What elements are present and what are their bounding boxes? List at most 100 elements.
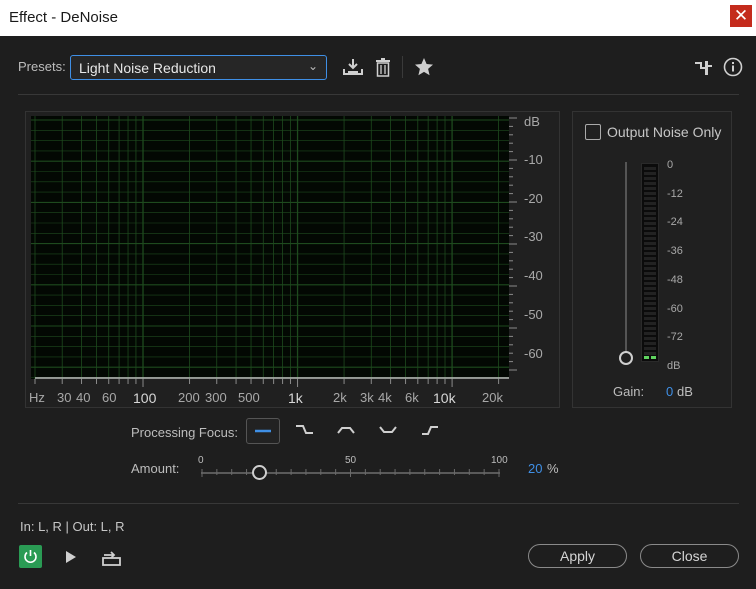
meter-segment	[644, 272, 656, 275]
divider-top	[18, 94, 739, 95]
presets-selected-value: Light Noise Reduction	[79, 60, 216, 76]
amount-scale-mid: 50	[345, 455, 357, 466]
meter-label: -48	[667, 273, 683, 286]
db-label: -50	[524, 306, 543, 322]
meter-segment	[644, 307, 656, 310]
output-noise-only-label: Output Noise Only	[607, 124, 722, 140]
presets-label: Presets:	[18, 59, 66, 74]
db-label: -40	[524, 268, 543, 284]
amount-unit: %	[547, 461, 559, 476]
noise-graph[interactable]	[31, 116, 509, 379]
db-label: -30	[524, 229, 543, 245]
info-icon[interactable]	[722, 56, 744, 78]
meter-segment	[644, 317, 656, 320]
meter-segment	[644, 292, 656, 295]
meter-segment	[644, 297, 656, 300]
title-bar: Effect - DeNoise ✕	[0, 0, 756, 36]
freq-label: 100	[133, 390, 157, 406]
freq-label: 40	[76, 390, 91, 405]
freq-label: 60	[102, 390, 117, 405]
divider-bottom	[18, 503, 739, 504]
focus-mid-bump-icon[interactable]	[330, 418, 364, 444]
gain-unit: dB	[677, 384, 693, 399]
meter-label: dB	[667, 359, 681, 372]
loop-icon[interactable]	[100, 546, 122, 568]
gain-label: Gain:	[613, 384, 645, 399]
meter-segment	[644, 262, 656, 265]
meter-segment	[644, 327, 656, 330]
meter-segment	[644, 182, 656, 185]
amount-slider-track[interactable]	[201, 469, 500, 477]
freq-label: 2k	[333, 390, 347, 405]
meter-level-left	[644, 356, 649, 359]
output-noise-only-checkbox[interactable]	[585, 124, 601, 140]
meter-segment	[644, 197, 656, 200]
freq-label: 3k	[360, 390, 374, 405]
meter-segment	[644, 252, 656, 255]
freq-label: 4k	[378, 390, 392, 405]
meter-segment	[644, 247, 656, 250]
focus-low-cut-icon[interactable]	[414, 418, 448, 444]
play-icon[interactable]	[60, 546, 82, 568]
meter-segment	[644, 352, 656, 355]
download-preset-icon[interactable]	[342, 56, 364, 78]
meter-label: -36	[667, 245, 683, 258]
meter-level-right	[651, 356, 656, 359]
meter-segment	[644, 342, 656, 345]
meter-segment	[644, 232, 656, 235]
freq-label: 1k	[288, 390, 303, 406]
chevron-down-icon: ⌄	[307, 59, 318, 73]
freq-label: 30	[57, 390, 72, 405]
power-icon[interactable]	[19, 545, 42, 568]
meter-label: -60	[667, 302, 683, 315]
close-button[interactable]: Close	[640, 544, 739, 568]
meter-segment	[644, 207, 656, 210]
freq-label: 20k	[482, 390, 503, 405]
routing-icon[interactable]	[693, 57, 715, 79]
window-title: Effect - DeNoise	[9, 9, 118, 26]
meter-segment	[644, 192, 656, 195]
meter-segment	[644, 267, 656, 270]
meter-segment	[644, 322, 656, 325]
star-icon[interactable]	[413, 56, 435, 78]
db-label: -60	[524, 345, 543, 361]
focus-high-cut-icon[interactable]	[288, 418, 322, 444]
meter-segment	[644, 237, 656, 240]
freq-label: 200	[178, 390, 200, 405]
amount-label: Amount:	[131, 461, 180, 476]
db-label: -10	[524, 152, 543, 167]
freq-label: 6k	[405, 390, 419, 405]
meter-segment	[644, 277, 656, 280]
meter-segment	[644, 302, 656, 305]
meter-segment	[644, 177, 656, 180]
gain-slider-track[interactable]	[625, 162, 627, 358]
meter-label: -72	[667, 331, 683, 344]
window-close-button[interactable]: ✕	[730, 5, 752, 27]
meter-segment	[644, 257, 656, 260]
focus-flat-icon[interactable]	[246, 418, 280, 444]
trash-icon[interactable]	[372, 56, 394, 78]
meter-segment	[644, 187, 656, 190]
focus-mid-dip-icon[interactable]	[372, 418, 406, 444]
db-label: -20	[524, 190, 543, 206]
graph-grid	[31, 116, 509, 379]
meter-segment	[644, 282, 656, 285]
gain-value[interactable]: 0	[666, 384, 673, 399]
meter-segment	[644, 217, 656, 220]
meter-segment	[644, 337, 656, 340]
meter-segment	[644, 242, 656, 245]
amount-value[interactable]: 20	[528, 461, 542, 476]
presets-dropdown[interactable]: Light Noise Reduction ⌄	[70, 55, 327, 80]
gain-slider-thumb[interactable]	[619, 351, 633, 365]
apply-button[interactable]: Apply	[528, 544, 627, 568]
meter-segment	[644, 347, 656, 350]
meter-segment	[644, 312, 656, 315]
amount-slider-thumb[interactable]	[252, 465, 267, 480]
meter-segment	[644, 222, 656, 225]
toolbar-separator	[402, 56, 403, 78]
amount-slider-ticks	[201, 469, 500, 477]
meter-label: -24	[667, 216, 683, 229]
meter-segment	[644, 332, 656, 335]
meter-label: -12	[667, 187, 683, 200]
meter-segment	[644, 172, 656, 175]
